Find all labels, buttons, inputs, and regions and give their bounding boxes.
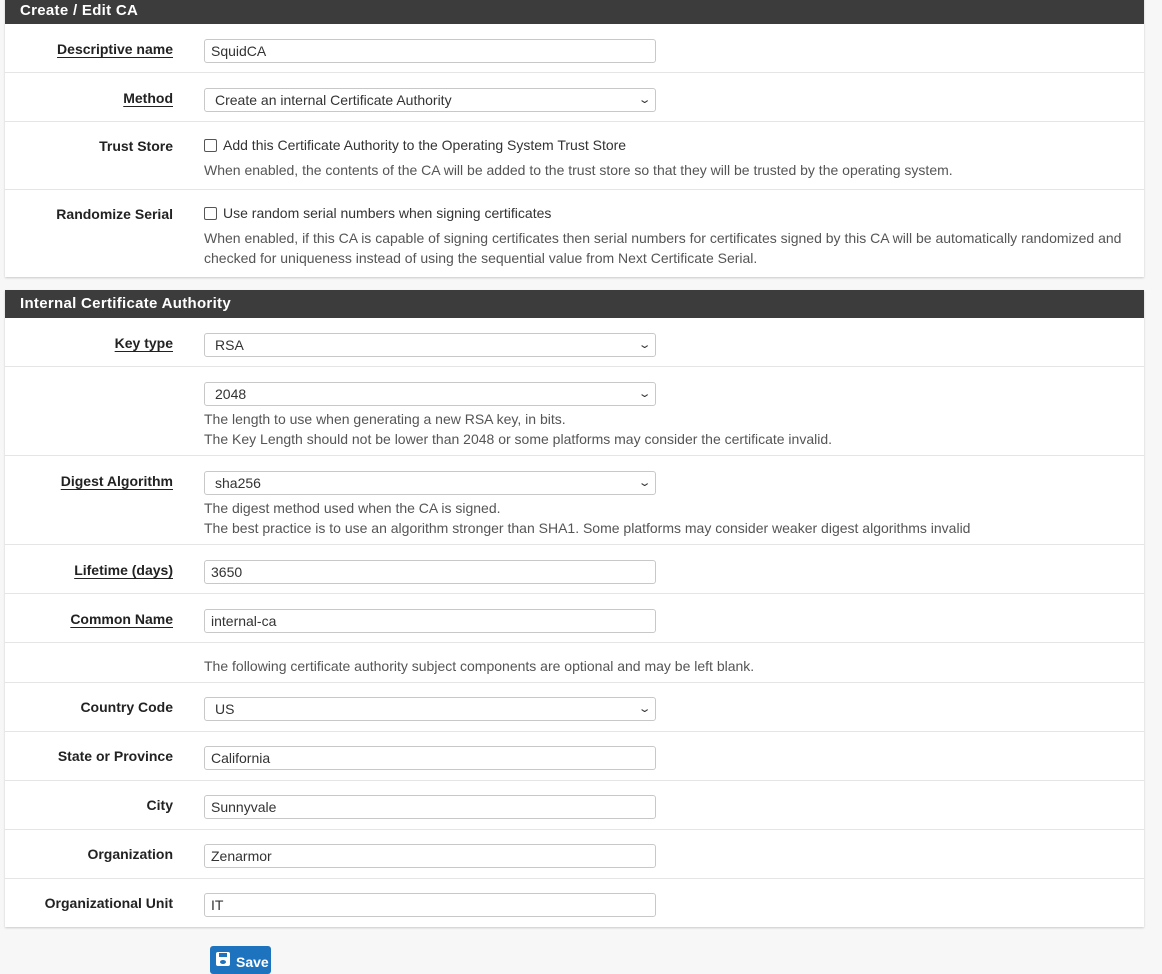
- create-edit-ca-panel: Create / Edit CA Descriptive name SquidC…: [5, 0, 1144, 277]
- optional-note-row: The following certificate authority subj…: [5, 643, 1144, 683]
- org-unit-row: Organizational Unit IT: [5, 879, 1144, 927]
- lifetime-row: Lifetime (days) 3650: [5, 545, 1144, 594]
- descriptive-name-label: Descriptive name: [57, 41, 173, 57]
- randomize-serial-help-line2: checked for uniqueness instead of using …: [204, 250, 758, 266]
- state-label: State or Province: [57, 748, 173, 764]
- panel-title: Create / Edit CA: [5, 0, 1144, 24]
- method-select[interactable]: Create an internal Certificate Authority…: [204, 88, 656, 112]
- trust-store-checkbox-label[interactable]: Add this Certificate Authority to the Op…: [223, 137, 626, 153]
- trust-store-checkbox[interactable]: [204, 138, 217, 152]
- key-type-row: Key type RSA ⌄: [5, 318, 1144, 367]
- key-type-label: Key type: [114, 335, 173, 351]
- key-length-row: 2048 ⌄ The length to use when generating…: [5, 367, 1144, 456]
- descriptive-name-input[interactable]: SquidCA: [204, 39, 656, 63]
- country-label: Country Code: [80, 699, 173, 715]
- randomize-serial-checkbox[interactable]: [204, 206, 217, 220]
- country-row: Country Code US ⌄: [5, 683, 1144, 732]
- floppy-disk-icon: [216, 952, 230, 966]
- randomize-serial-checkbox-label[interactable]: Use random serial numbers when signing c…: [223, 205, 551, 221]
- chevron-down-icon: ⌄: [637, 388, 652, 400]
- method-select-value: Create an internal Certificate Authority: [215, 92, 452, 108]
- key-type-select-value: RSA: [215, 337, 244, 353]
- key-length-select-value: 2048: [215, 386, 247, 402]
- state-input[interactable]: California: [204, 746, 656, 770]
- descriptive-name-row: Descriptive name SquidCA: [5, 24, 1144, 73]
- randomize-serial-label: Randomize Serial: [56, 206, 173, 222]
- trust-store-help: When enabled, the contents of the CA wil…: [204, 162, 953, 178]
- org-unit-input[interactable]: IT: [204, 893, 656, 917]
- chevron-down-icon: ⌄: [637, 477, 652, 489]
- trust-store-row: Trust Store Add this Certificate Authori…: [5, 122, 1144, 190]
- trust-store-label: Trust Store: [99, 138, 173, 154]
- key-length-select[interactable]: 2048 ⌄: [204, 382, 656, 406]
- digest-select[interactable]: sha256 ⌄: [204, 471, 656, 495]
- key-type-select[interactable]: RSA ⌄: [204, 333, 656, 357]
- organization-label: Organization: [87, 846, 173, 862]
- organization-input[interactable]: Zenarmor: [204, 844, 656, 868]
- common-name-row: Common Name internal-ca: [5, 594, 1144, 643]
- optional-note: The following certificate authority subj…: [204, 658, 755, 674]
- panel-title: Internal Certificate Authority: [5, 290, 1144, 318]
- city-label: City: [146, 797, 173, 813]
- common-name-input[interactable]: internal-ca: [204, 609, 656, 633]
- common-name-label: Common Name: [70, 611, 173, 627]
- digest-label: Digest Algorithm: [60, 473, 173, 489]
- lifetime-label: Lifetime (days): [74, 562, 173, 578]
- digest-row: Digest Algorithm sha256 ⌄ The digest met…: [5, 456, 1144, 545]
- chevron-down-icon: ⌄: [637, 339, 652, 351]
- country-select-value: US: [215, 701, 235, 717]
- key-length-help-line2: The Key Length should not be lower than …: [204, 431, 833, 447]
- city-row: City Sunnyvale: [5, 781, 1144, 830]
- digest-select-value: sha256: [215, 475, 261, 491]
- country-select[interactable]: US ⌄: [204, 697, 656, 721]
- internal-ca-panel: Internal Certificate Authority Key type …: [5, 290, 1144, 927]
- key-length-help-line1: The length to use when generating a new …: [204, 411, 566, 427]
- city-input[interactable]: Sunnyvale: [204, 795, 656, 819]
- digest-help-line2: The best practice is to use an algorithm…: [204, 520, 971, 536]
- org-unit-label: Organizational Unit: [44, 895, 173, 911]
- lifetime-input[interactable]: 3650: [204, 560, 656, 584]
- chevron-down-icon: ⌄: [637, 703, 652, 715]
- save-button[interactable]: Save: [210, 946, 271, 974]
- organization-row: Organization Zenarmor: [5, 830, 1144, 879]
- method-row: Method Create an internal Certificate Au…: [5, 73, 1144, 122]
- state-row: State or Province California: [5, 732, 1144, 781]
- randomize-serial-help-line1: When enabled, if this CA is capable of s…: [204, 230, 1122, 246]
- digest-help-line1: The digest method used when the CA is si…: [204, 500, 501, 516]
- randomize-serial-row: Randomize Serial Use random serial numbe…: [5, 190, 1144, 277]
- chevron-down-icon: ⌄: [637, 94, 652, 106]
- method-label: Method: [123, 90, 173, 106]
